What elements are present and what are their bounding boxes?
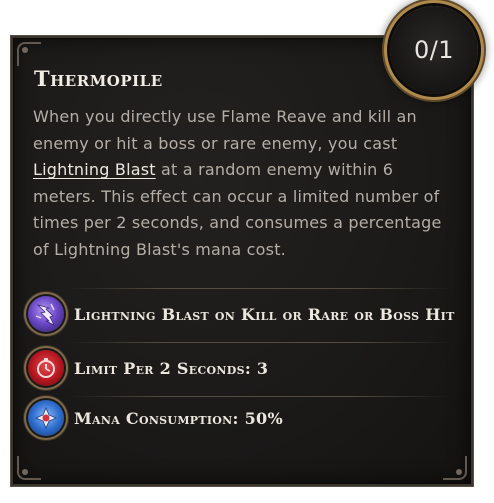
- skill-points-badge: 0/1: [390, 6, 478, 94]
- lightning-blast-link[interactable]: Lightning Blast: [33, 160, 156, 179]
- description-text: When you directly use Flame Reave and ki…: [33, 107, 417, 153]
- stopwatch-icon: [28, 350, 64, 386]
- skill-description: When you directly use Flame Reave and ki…: [33, 104, 443, 264]
- divider: [70, 288, 450, 289]
- corner-ornament: [17, 456, 41, 480]
- mana-icon: [28, 400, 64, 436]
- lightning-blast-icon: [28, 296, 64, 332]
- stat-label: Limit Per 2 Seconds: 3: [74, 358, 269, 378]
- divider: [70, 396, 450, 397]
- corner-ornament: [443, 456, 467, 480]
- stat-row: Lightning Blast on Kill or Rare or Boss …: [28, 294, 455, 334]
- skill-points-text: 0/1: [413, 36, 455, 64]
- divider: [70, 342, 450, 343]
- stat-row: Limit Per 2 Seconds: 3: [28, 348, 268, 388]
- skill-title: Thermopile: [34, 66, 163, 91]
- stat-row: Mana Consumption: 50%: [28, 398, 283, 438]
- stat-label: Mana Consumption: 50%: [74, 408, 283, 428]
- stat-label: Lightning Blast on Kill or Rare or Boss …: [74, 304, 455, 324]
- corner-ornament: [17, 42, 41, 66]
